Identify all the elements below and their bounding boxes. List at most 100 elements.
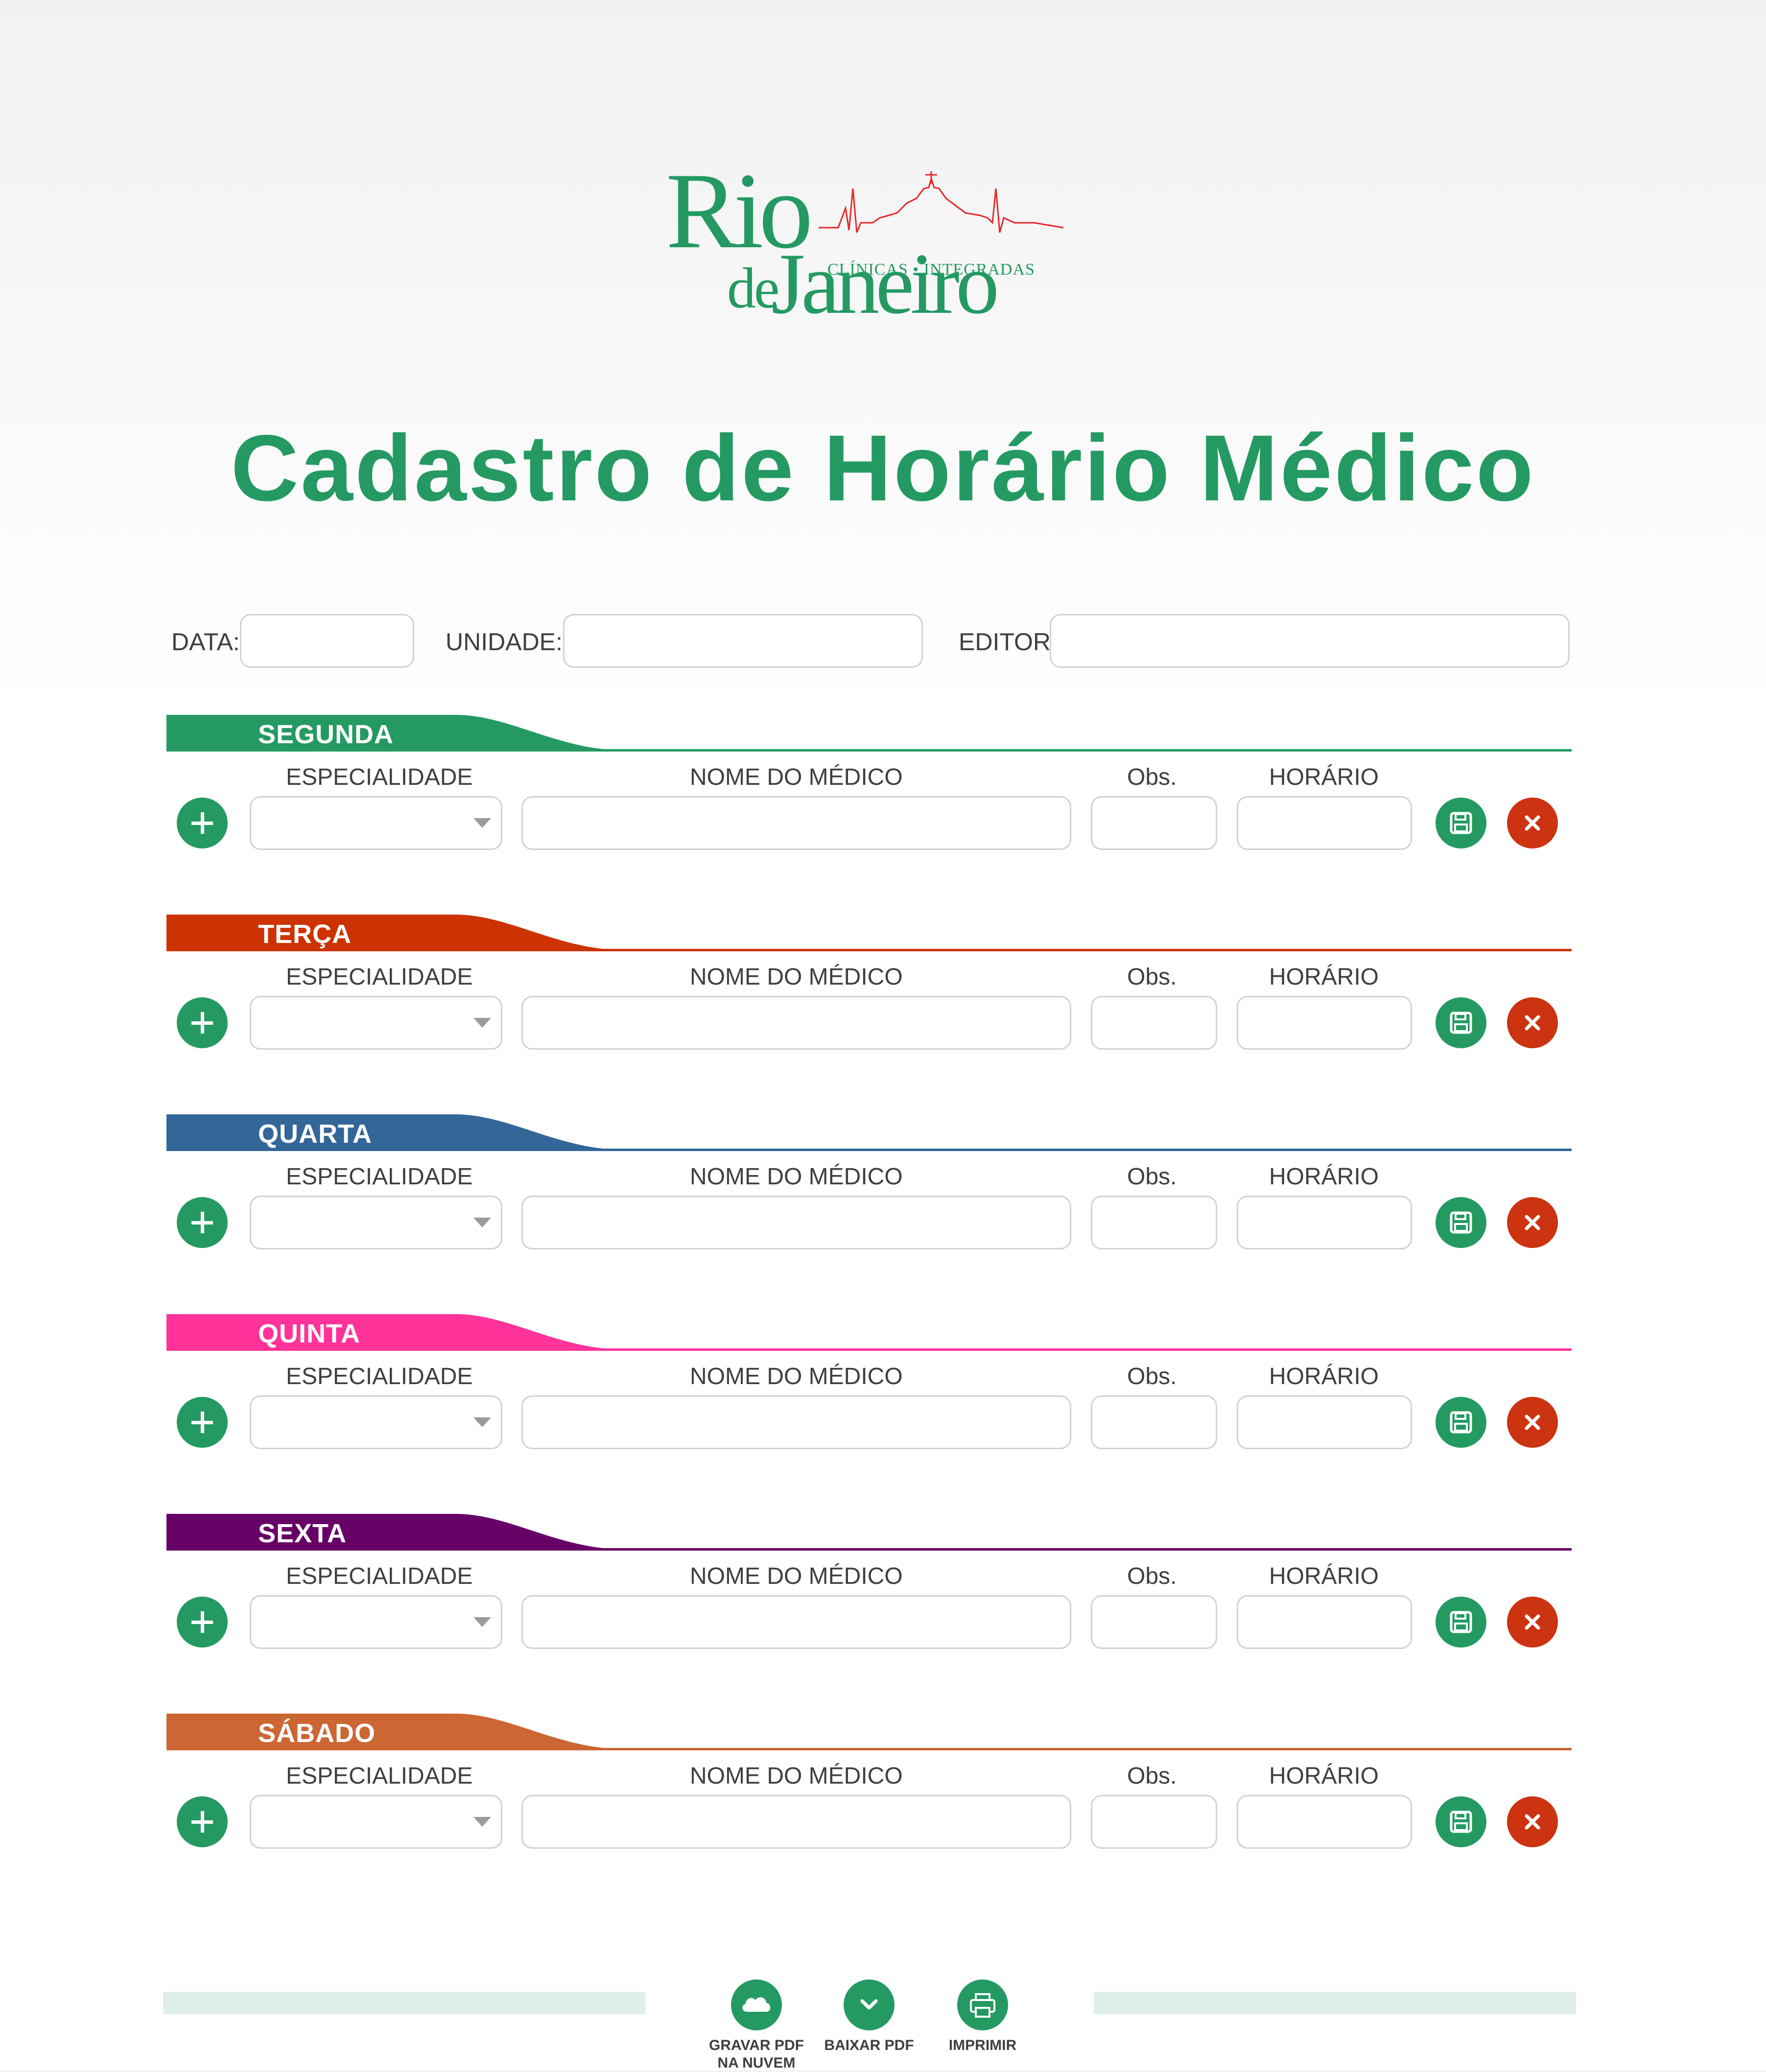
nome-medico-input[interactable] — [521, 996, 1071, 1050]
clinic-logo: Rio CLÍNICAS • INTEGRADAS de Janeiro — [666, 157, 1063, 362]
nome-medico-header: NOME DO MÉDICO — [690, 1164, 903, 1190]
especialidade-header: ESPECIALIDADE — [286, 1164, 473, 1190]
logo-janeiro: Janeiro — [771, 235, 999, 332]
close-icon — [1525, 1414, 1540, 1430]
save-button[interactable] — [1436, 1796, 1486, 1847]
footer-bar-left — [163, 1992, 645, 2014]
especialidade-select[interactable] — [250, 996, 502, 1050]
add-row-button[interactable] — [177, 1197, 228, 1248]
day-title: QUINTA — [258, 1319, 360, 1348]
close-icon — [1525, 1015, 1540, 1031]
add-row-button[interactable] — [177, 997, 228, 1048]
nome-medico-input[interactable] — [521, 1595, 1071, 1649]
close-icon — [1525, 1614, 1540, 1630]
day-section-0: SEGUNDA ESPECIALIDADE NOME DO MÉDICO Obs… — [0, 715, 1766, 891]
especialidade-select[interactable] — [250, 796, 502, 850]
day-section-2: QUARTA ESPECIALIDADE NOME DO MÉDICO Obs.… — [0, 1114, 1766, 1291]
plus-icon — [191, 812, 213, 834]
add-row-button[interactable] — [177, 1397, 228, 1448]
gravar-pdf-nuvem-button[interactable] — [731, 1979, 782, 2030]
obs-input[interactable] — [1091, 996, 1217, 1050]
obs-header: Obs. — [1127, 764, 1177, 790]
obs-input[interactable] — [1091, 1595, 1217, 1649]
editor-label: EDITOR: — [959, 628, 1058, 656]
horario-input[interactable] — [1237, 1595, 1412, 1649]
gravar-pdf-label-line2: NA NUVEM — [717, 2055, 796, 2071]
floppy-disk-icon — [1450, 1211, 1472, 1234]
horario-header: HORÁRIO — [1269, 964, 1379, 990]
day-title: TERÇA — [258, 919, 352, 949]
floppy-disk-icon — [1450, 1012, 1472, 1034]
save-button[interactable] — [1436, 798, 1486, 848]
chevron-down-icon — [473, 1018, 491, 1028]
day-header-band — [166, 1114, 1572, 1151]
obs-input[interactable] — [1091, 1196, 1217, 1249]
horario-input[interactable] — [1237, 1795, 1412, 1849]
add-row-button[interactable] — [177, 798, 228, 848]
nome-medico-input[interactable] — [521, 1196, 1071, 1249]
add-row-button[interactable] — [177, 1796, 228, 1847]
delete-button[interactable] — [1507, 1796, 1558, 1847]
editor-field[interactable] — [1050, 614, 1570, 668]
obs-header: Obs. — [1127, 1364, 1177, 1389]
nome-medico-input[interactable] — [521, 1395, 1071, 1449]
day-title: SEGUNDA — [258, 720, 394, 749]
obs-input[interactable] — [1091, 796, 1217, 850]
horario-input[interactable] — [1237, 1196, 1412, 1249]
floppy-disk-icon — [1450, 1611, 1472, 1633]
unidade-label: UNIDADE: — [446, 628, 563, 656]
day-section-3: QUINTA ESPECIALIDADE NOME DO MÉDICO Obs.… — [0, 1314, 1766, 1490]
footer-bar-right — [1094, 1992, 1576, 2014]
horario-input[interactable] — [1237, 1395, 1412, 1449]
floppy-disk-icon — [1450, 1811, 1472, 1833]
nome-medico-header: NOME DO MÉDICO — [690, 764, 903, 790]
floppy-disk-icon — [1450, 1411, 1472, 1434]
printer-icon — [970, 1993, 995, 2018]
especialidade-select[interactable] — [250, 1795, 502, 1849]
nome-medico-input[interactable] — [521, 796, 1071, 850]
data-field[interactable] — [240, 614, 414, 668]
floppy-disk-icon — [1450, 812, 1472, 834]
especialidade-header: ESPECIALIDADE — [286, 1763, 473, 1789]
obs-header: Obs. — [1127, 1763, 1177, 1789]
especialidade-header: ESPECIALIDADE — [286, 1563, 473, 1589]
add-row-button[interactable] — [177, 1597, 228, 1648]
nome-medico-input[interactable] — [521, 1795, 1071, 1849]
delete-button[interactable] — [1507, 997, 1558, 1048]
baixar-pdf-button[interactable] — [844, 1979, 895, 2030]
especialidade-select[interactable] — [250, 1395, 502, 1449]
day-title: QUARTA — [258, 1119, 372, 1149]
day-header-band — [166, 1514, 1572, 1551]
delete-button[interactable] — [1507, 798, 1558, 848]
logo-de: de — [727, 256, 779, 320]
save-button[interactable] — [1436, 1597, 1486, 1648]
close-icon — [1525, 815, 1540, 831]
delete-button[interactable] — [1507, 1597, 1558, 1648]
delete-button[interactable] — [1507, 1197, 1558, 1248]
chevron-down-icon — [473, 1817, 491, 1827]
imprimir-button[interactable] — [957, 1979, 1008, 2030]
delete-button[interactable] — [1507, 1397, 1558, 1448]
obs-input[interactable] — [1091, 1395, 1217, 1449]
unidade-field[interactable] — [563, 614, 923, 668]
save-button[interactable] — [1436, 1397, 1486, 1448]
especialidade-header: ESPECIALIDADE — [286, 1364, 473, 1389]
horario-input[interactable] — [1237, 796, 1412, 850]
nome-medico-header: NOME DO MÉDICO — [690, 1563, 903, 1589]
horario-header: HORÁRIO — [1269, 1364, 1379, 1389]
especialidade-header: ESPECIALIDADE — [286, 964, 473, 990]
save-button[interactable] — [1436, 997, 1486, 1048]
horario-header: HORÁRIO — [1269, 1563, 1379, 1589]
nome-medico-header: NOME DO MÉDICO — [690, 1763, 903, 1789]
horario-header: HORÁRIO — [1269, 1164, 1379, 1190]
plus-icon — [191, 1012, 213, 1034]
obs-input[interactable] — [1091, 1795, 1217, 1849]
obs-header: Obs. — [1127, 964, 1177, 990]
horario-header: HORÁRIO — [1269, 1763, 1379, 1789]
especialidade-select[interactable] — [250, 1196, 502, 1249]
horario-header: HORÁRIO — [1269, 764, 1379, 790]
horario-input[interactable] — [1237, 996, 1412, 1050]
especialidade-select[interactable] — [250, 1595, 502, 1649]
save-button[interactable] — [1436, 1197, 1486, 1248]
obs-header: Obs. — [1127, 1563, 1177, 1589]
